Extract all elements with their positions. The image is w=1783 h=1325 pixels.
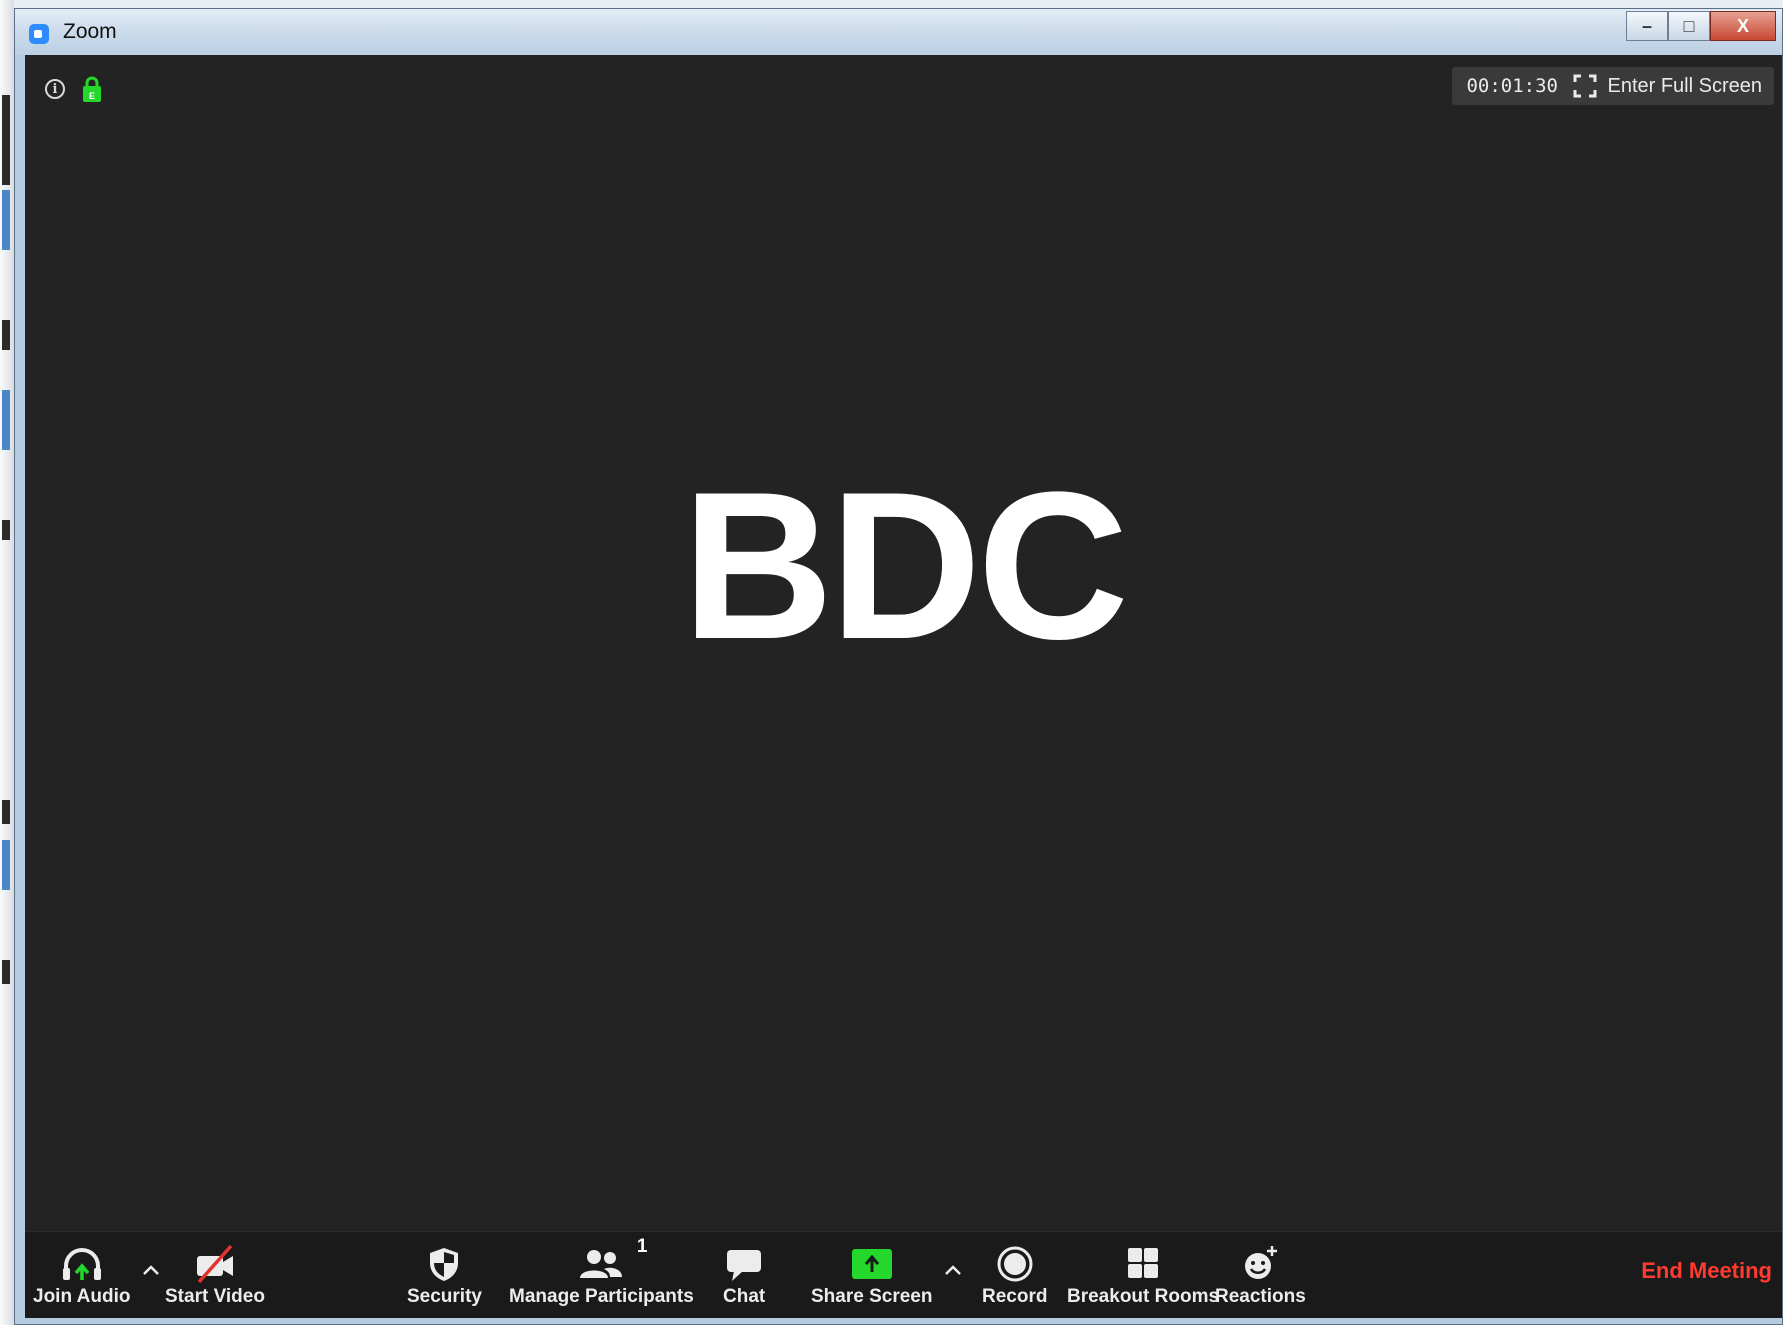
info-icon[interactable]: i <box>45 79 65 99</box>
breakout-rooms-label: Breakout Rooms <box>1067 1286 1220 1307</box>
security-label: Security <box>407 1286 482 1307</box>
meeting-timer: 00:01:30 <box>1452 67 1572 105</box>
enter-fullscreen-button[interactable]: Enter Full Screen <box>1561 67 1774 105</box>
edge-mark <box>2 95 10 185</box>
start-video-button[interactable]: Start Video <box>165 1242 265 1312</box>
zoom-window: Zoom – □ X i E 00:01:30 Enter Full Scree… <box>14 8 1783 1325</box>
record-label: Record <box>982 1286 1048 1307</box>
record-button[interactable]: Record <box>982 1242 1047 1312</box>
close-button[interactable]: X <box>1710 11 1776 41</box>
manage-participants-label: Manage Participants <box>509 1286 694 1307</box>
chat-button[interactable]: Chat <box>723 1242 765 1312</box>
reactions-label: Reactions <box>1215 1286 1306 1307</box>
edge-mark <box>2 320 10 350</box>
people-icon <box>580 1250 623 1278</box>
edge-mark <box>2 390 10 450</box>
edge-mark <box>2 960 10 984</box>
participant-display-name: BDC <box>682 448 1129 683</box>
share-screen-button[interactable]: Share Screen <box>811 1242 932 1312</box>
edge-mark <box>2 800 10 824</box>
fullscreen-icon <box>1573 74 1597 98</box>
video-off-icon <box>196 1244 233 1284</box>
breakout-rooms-button[interactable]: Breakout Rooms <box>1067 1242 1219 1312</box>
zoom-app-icon <box>29 24 49 44</box>
chat-label: Chat <box>723 1286 766 1307</box>
meeting-toolbar: Join Audio Start Video Security 1 Manage… <box>25 1231 1782 1318</box>
security-button[interactable]: Security <box>407 1242 482 1312</box>
minimize-button[interactable]: – <box>1626 11 1668 41</box>
window-title: Zoom <box>63 20 117 43</box>
share-screen-label: Share Screen <box>811 1286 933 1307</box>
desktop-left-edge <box>0 0 14 1325</box>
shield-icon <box>430 1248 459 1281</box>
edge-mark <box>2 840 10 890</box>
fullscreen-label: Enter Full Screen <box>1607 74 1762 97</box>
reactions-button[interactable]: Reactions <box>1215 1242 1306 1312</box>
meeting-status-icons: i E <box>45 75 103 103</box>
share-options-caret[interactable] <box>941 1260 965 1280</box>
chat-bubble-icon <box>727 1250 762 1281</box>
audio-options-caret[interactable] <box>139 1260 163 1280</box>
join-audio-label: Join Audio <box>33 1286 131 1307</box>
grid-icon <box>1128 1248 1159 1278</box>
title-bar[interactable]: Zoom – □ X <box>15 9 1782 55</box>
record-icon <box>997 1246 1033 1282</box>
join-audio-button[interactable]: Join Audio <box>33 1242 130 1312</box>
headphones-icon <box>62 1248 101 1280</box>
window-controls: – □ X <box>1626 11 1776 41</box>
start-video-label: Start Video <box>165 1286 265 1307</box>
smiley-icon <box>1245 1246 1278 1279</box>
lock-icon[interactable]: E <box>81 75 103 103</box>
participants-count-badge: 1 <box>636 1236 648 1257</box>
meeting-view: i E 00:01:30 Enter Full Screen BDC Join … <box>25 55 1782 1318</box>
edge-mark <box>2 190 10 250</box>
maximize-button[interactable]: □ <box>1668 11 1710 41</box>
share-screen-icon <box>851 1249 892 1279</box>
edge-mark <box>2 520 10 540</box>
lock-badge-text: E <box>89 91 95 101</box>
manage-participants-button[interactable]: 1 Manage Participants <box>509 1236 694 1312</box>
end-meeting-button[interactable]: End Meeting <box>1641 1258 1772 1284</box>
